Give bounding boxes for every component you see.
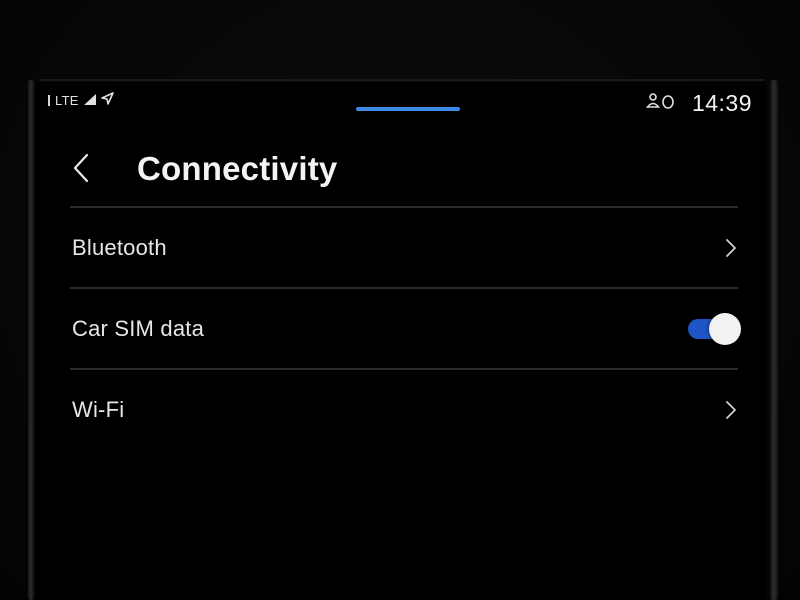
- back-button[interactable]: [66, 148, 96, 188]
- setting-row-car-sim-data: Car SIM data: [70, 289, 741, 368]
- setting-label-bluetooth: Bluetooth: [72, 234, 167, 260]
- page-header: Connectivity: [36, 144, 766, 194]
- status-bar: LTE 14:39: [36, 82, 766, 126]
- bezel-top: [40, 79, 764, 81]
- toggle-knob: [709, 312, 741, 345]
- bezel-left: [28, 80, 34, 600]
- chevron-right-icon: [724, 399, 738, 421]
- network-type: LTE: [55, 92, 79, 108]
- status-right: 14:39: [645, 90, 752, 117]
- user-profile-icon[interactable]: [645, 92, 676, 115]
- signal-icon: [83, 93, 96, 108]
- sim-indicator-icon: [48, 94, 50, 106]
- chevron-left-icon: [73, 153, 89, 183]
- clock: 14:39: [691, 90, 752, 116]
- setting-row-bluetooth[interactable]: Bluetooth: [70, 208, 738, 287]
- car-sim-data-toggle[interactable]: [688, 312, 742, 345]
- page-title: Connectivity: [137, 150, 338, 187]
- bezel-right: [770, 80, 778, 600]
- setting-label-wifi: Wi-Fi: [72, 396, 125, 422]
- settings-list: Bluetooth Car SIM data Wi-Fi: [70, 206, 741, 449]
- infotainment-screen: LTE 14:39 Connectivity Bluetooth Car SIM…: [36, 82, 766, 600]
- photo-frame: LTE 14:39 Connectivity Bluetooth Car SIM…: [0, 0, 800, 600]
- setting-label-car-sim-data: Car SIM data: [72, 315, 205, 341]
- location-arrow-icon: [100, 92, 114, 108]
- notification-pull-handle[interactable]: [356, 107, 460, 111]
- chevron-right-icon: [724, 237, 738, 259]
- status-indicators: LTE: [48, 92, 114, 108]
- setting-row-wifi[interactable]: Wi-Fi: [70, 370, 738, 449]
